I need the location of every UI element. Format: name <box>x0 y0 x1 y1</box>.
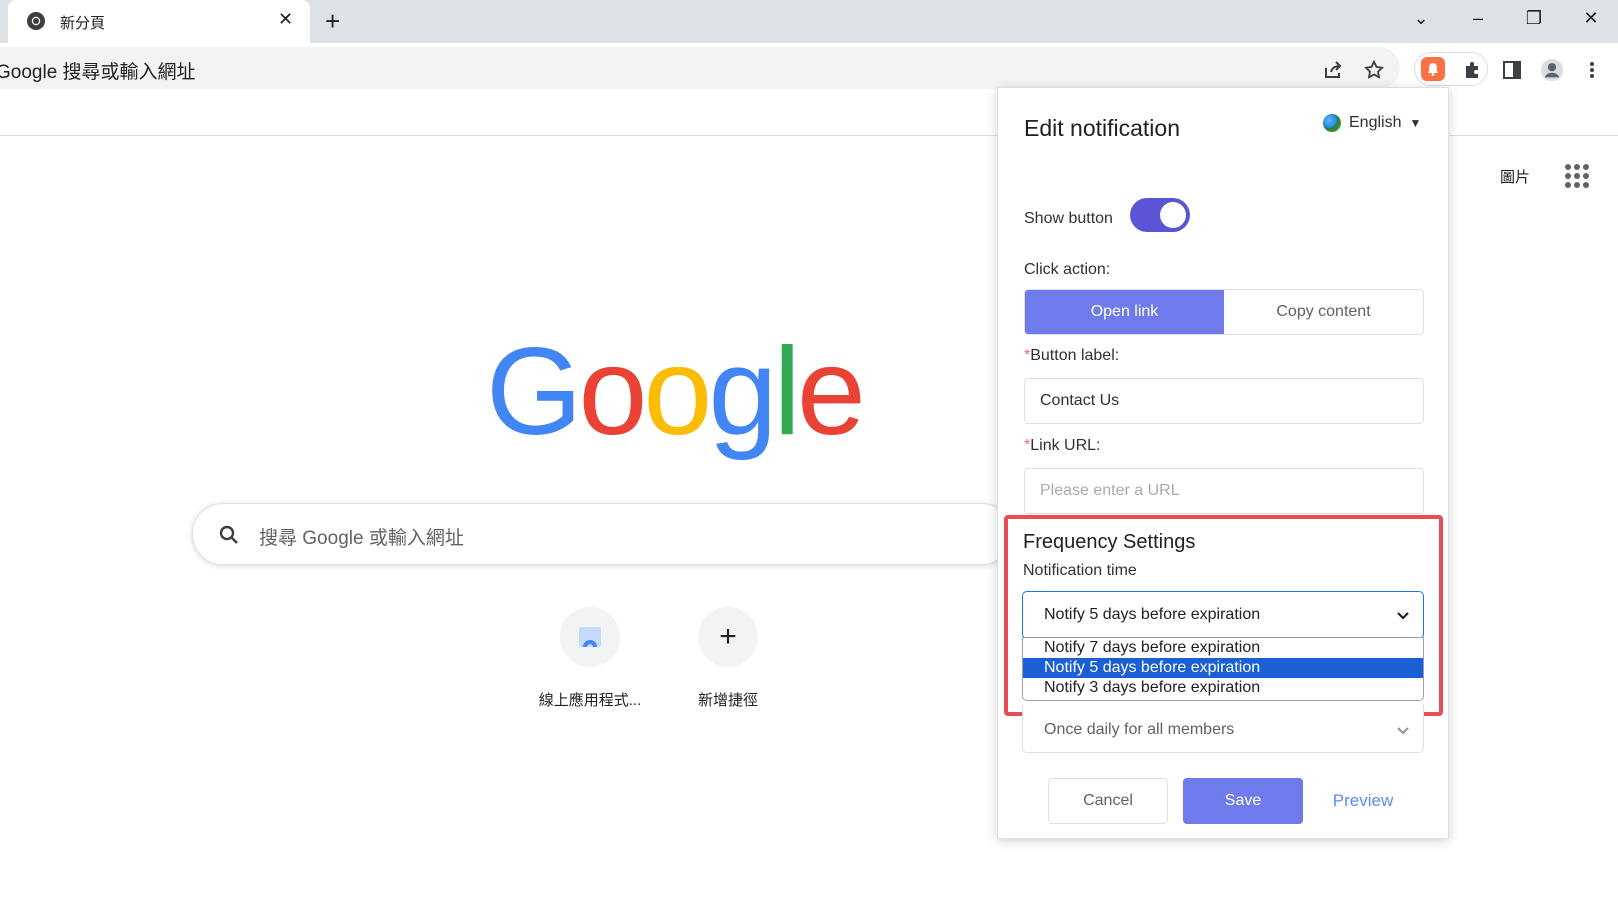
open-link-option[interactable]: Open link <box>1025 290 1224 334</box>
globe-icon <box>1323 114 1341 132</box>
new-tab-button[interactable]: + <box>325 6 340 36</box>
caret-down-icon: ▼ <box>1409 116 1422 130</box>
bell-icon[interactable] <box>1421 57 1445 81</box>
notification-time-value: Notify 5 days before expiration <box>1044 606 1261 623</box>
dropdown-option-selected[interactable]: Notify 5 days before expiration <box>1023 658 1423 678</box>
apps-grid-icon[interactable] <box>1565 164 1589 188</box>
button-label-input[interactable]: Contact Us <box>1024 378 1424 424</box>
tab-new-tab[interactable]: 新分頁 ✕ <box>8 0 310 43</box>
logo-letter: o <box>643 323 712 461</box>
plus-icon: + <box>719 620 737 653</box>
notification-time-label: Notification time <box>1023 562 1137 579</box>
logo-letter: o <box>578 323 647 461</box>
frequency-settings-title: Frequency Settings <box>1023 531 1196 553</box>
frequency-value: Once daily for all members <box>1044 721 1235 738</box>
web-apps-icon <box>579 627 601 647</box>
save-button[interactable]: Save <box>1183 778 1303 824</box>
popup-title: Edit notification <box>1024 115 1180 141</box>
tab-title: 新分頁 <box>60 15 106 32</box>
bookmark-star-icon[interactable] <box>1362 58 1386 82</box>
restore-button[interactable]: ❐ <box>1522 8 1546 29</box>
share-icon[interactable] <box>1321 58 1345 82</box>
search-box[interactable]: 搜尋 Google 或輸入網址 <box>192 503 1012 565</box>
button-label-text: Button label: <box>1030 347 1120 364</box>
profile-avatar-icon[interactable] <box>1540 58 1564 82</box>
title-bar: 新分頁 ✕ + ⌄ – ❐ ✕ <box>0 0 1618 43</box>
link-url-input[interactable]: Please enter a URL <box>1024 468 1424 514</box>
tab-close-icon[interactable]: ✕ <box>278 9 293 30</box>
show-button-toggle[interactable] <box>1130 198 1190 232</box>
chevron-down-icon <box>1397 612 1409 620</box>
chevron-down-icon <box>1397 727 1409 735</box>
frequency-select[interactable]: Once daily for all members <box>1022 705 1424 753</box>
link-url-label: *Link URL: <box>1024 437 1100 455</box>
dropdown-option[interactable]: Notify 3 days before expiration <box>1023 678 1423 698</box>
shortcut-label: 新增捷徑 <box>697 692 758 709</box>
address-bar-text: Google 搜尋或輸入網址 <box>0 62 196 83</box>
notification-time-select[interactable]: Notify 5 days before expiration <box>1022 591 1424 639</box>
add-shortcut-circle: + <box>698 607 758 667</box>
click-action-label: Click action: <box>1024 261 1111 278</box>
chrome-icon <box>27 12 45 30</box>
logo-letter: l <box>773 323 800 461</box>
puzzle-icon[interactable] <box>1460 58 1484 82</box>
language-label: English <box>1349 114 1402 131</box>
toggle-knob <box>1160 202 1186 228</box>
notification-time-dropdown: Notify 7 days before expiration Notify 5… <box>1022 637 1424 701</box>
preview-link[interactable]: Preview <box>1318 778 1408 824</box>
logo-letter: G <box>486 323 582 461</box>
google-logo: Google <box>486 322 866 462</box>
link-url-text: Link URL: <box>1030 437 1101 454</box>
shortcut-add[interactable]: + 新增捷徑 <box>668 607 788 710</box>
language-selector[interactable]: English ▼ <box>1323 114 1421 132</box>
dropdown-option[interactable]: Notify 7 days before expiration <box>1023 638 1423 658</box>
logo-letter: g <box>708 323 777 461</box>
search-icon <box>219 525 238 544</box>
close-window-button[interactable]: ✕ <box>1579 8 1603 29</box>
click-action-segmented: Open link Copy content <box>1024 289 1424 335</box>
cancel-button[interactable]: Cancel <box>1048 778 1168 824</box>
images-link[interactable]: 圖片 <box>1500 166 1530 187</box>
shortcut-icon-circle <box>560 607 620 667</box>
show-button-label: Show button <box>1024 210 1113 227</box>
tab-search-icon[interactable]: ⌄ <box>1409 8 1433 29</box>
side-panel-icon[interactable] <box>1500 58 1524 82</box>
button-label-label: *Button label: <box>1024 347 1119 365</box>
copy-content-option[interactable]: Copy content <box>1224 290 1423 334</box>
logo-letter: e <box>796 323 866 461</box>
search-placeholder: 搜尋 Google 或輸入網址 <box>259 528 464 549</box>
more-menu-icon[interactable] <box>1580 58 1604 82</box>
minimize-button[interactable]: – <box>1466 8 1490 29</box>
address-bar[interactable]: Google 搜尋或輸入網址 <box>0 47 1400 89</box>
shortcut-label: 線上應用程式... <box>538 692 642 709</box>
shortcut-web-apps[interactable]: 線上應用程式... <box>530 607 650 710</box>
